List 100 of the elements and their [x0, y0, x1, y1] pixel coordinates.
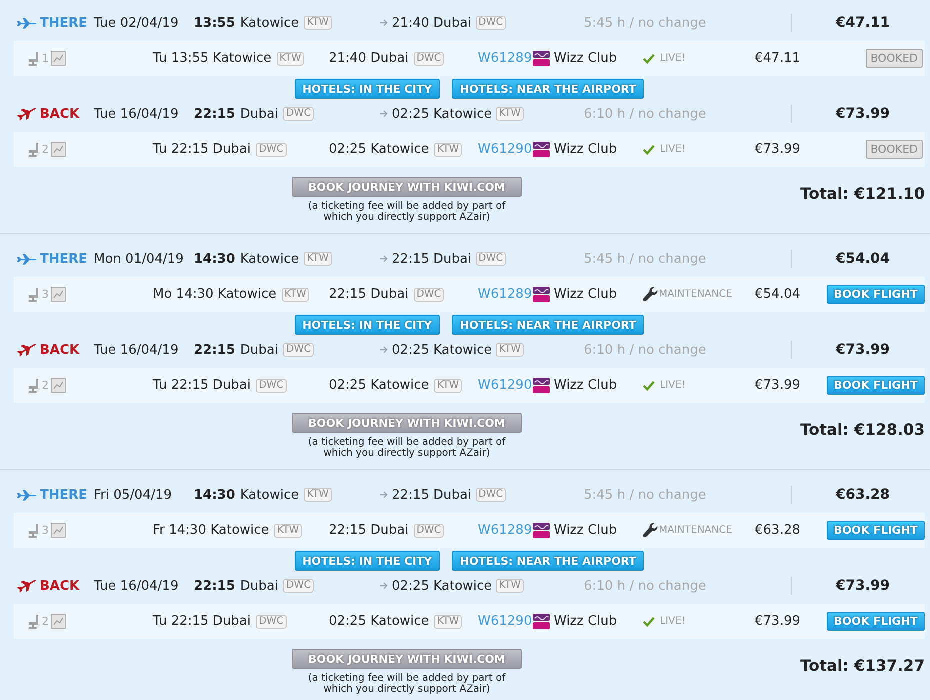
book-flight-button[interactable]: BOOK FLIGHT — [827, 521, 925, 540]
arrival-city: Dubai — [433, 488, 472, 502]
hotels-button[interactable]: HOTELS: NEAR THE AIRPORT — [452, 79, 644, 99]
flight-date: Tue 02/04/19 — [94, 16, 180, 30]
departure-info: Tu 22:15 Dubai — [153, 142, 252, 157]
hotels-button[interactable]: HOTELS: NEAR THE AIRPORT — [452, 551, 644, 571]
direction-label: BACK — [40, 342, 80, 358]
airline-name: Wizz Club — [554, 142, 618, 157]
leg-price: €73.99 — [836, 342, 890, 358]
plane-icon — [17, 490, 37, 500]
departure-time: 14:30 — [194, 488, 236, 502]
flight-date: Mon 01/04/19 — [94, 252, 185, 266]
total-price: Total: €137.27 — [800, 657, 925, 675]
airline-logo-icon — [533, 50, 550, 66]
airline-name: Wizz Club — [554, 287, 618, 302]
departure-info: Tu 22:15 Dubai — [153, 378, 252, 393]
flight-number-link[interactable]: W61290 — [478, 142, 533, 157]
flight-number-link[interactable]: W61289 — [478, 287, 533, 302]
seat-count: 2 — [42, 379, 49, 392]
departure-info: Tu 13:55 Katowice — [153, 51, 272, 66]
airport-code: DWC — [283, 343, 314, 357]
airport-code: DWC — [476, 252, 506, 266]
hotels-button[interactable]: HOTELS: IN THE CITY — [294, 551, 440, 571]
book-journey-button[interactable]: BOOK JOURNEY WITH KIWI.COM — [292, 413, 522, 433]
departure-city: Dubai — [240, 578, 278, 594]
arrival-time: 02:25 — [392, 578, 430, 594]
arrow-icon — [380, 346, 388, 354]
arrival-info: 02:25 Katowice — [329, 142, 430, 157]
arrival-time: 22:15 — [392, 488, 430, 502]
arrival-time: 02:25 — [392, 106, 430, 122]
flight-number-link[interactable]: W61290 — [478, 614, 533, 629]
book-flight-button[interactable]: BOOK FLIGHT — [827, 285, 925, 304]
direction-label: THERE — [40, 488, 88, 502]
flight-date: Tue 16/04/19 — [94, 342, 180, 358]
airport-code: DWC — [256, 142, 287, 156]
duration-text: 6:10 h / no change — [584, 106, 708, 122]
airport-code: KTW — [282, 288, 310, 302]
duration-text: 5:45 h / no change — [584, 252, 708, 266]
total-price: Total: €128.03 — [800, 421, 925, 439]
airport-code: DWC — [476, 488, 506, 502]
arrow-icon — [380, 19, 388, 27]
arrow-icon — [380, 255, 388, 263]
fee-note: (a ticketing fee will be added by part of which you directly support AZair) — [307, 673, 507, 695]
airport-code: DWC — [256, 378, 287, 392]
booked-button[interactable]: BOOKED — [866, 49, 923, 68]
book-flight-button[interactable]: BOOK FLIGHT — [827, 612, 925, 631]
seat-icon — [28, 524, 40, 538]
airport-code: DWC — [283, 107, 314, 121]
airport-code: DWC — [476, 16, 506, 30]
flight-price: €73.99 — [755, 614, 802, 629]
plane-icon — [17, 254, 37, 264]
image-icon — [51, 523, 66, 538]
image-icon — [51, 142, 66, 157]
flight-price: €73.99 — [755, 142, 802, 157]
airport-code: DWC — [414, 288, 444, 302]
check-icon — [643, 144, 655, 154]
airport-code: DWC — [283, 579, 314, 593]
status-text: LIVE! — [660, 616, 686, 627]
image-icon — [51, 51, 66, 66]
seat-icon — [28, 378, 40, 392]
airline-logo-icon — [533, 142, 550, 158]
seat-count: 2 — [42, 615, 49, 628]
flight-number-link[interactable]: W61289 — [478, 523, 533, 538]
status-text: MAINTENANCE — [659, 289, 732, 300]
fee-note: (a ticketing fee will be added by part of which you directly support AZair) — [307, 201, 507, 223]
departure-time: 14:30 — [194, 252, 236, 266]
status-text: LIVE! — [660, 144, 686, 155]
hotels-button[interactable]: HOTELS: NEAR THE AIRPORT — [452, 315, 644, 335]
duration-text: 6:10 h / no change — [584, 578, 708, 594]
total-price: Total: €121.10 — [800, 185, 925, 203]
book-journey-button[interactable]: BOOK JOURNEY WITH KIWI.COM — [292, 649, 522, 669]
seat-count: 3 — [42, 288, 49, 301]
check-icon — [643, 54, 655, 64]
arrival-info: 02:25 Katowice — [329, 614, 430, 629]
arrival-city: Katowice — [433, 342, 492, 358]
airport-code: KTW — [496, 579, 524, 593]
booked-button[interactable]: BOOKED — [866, 140, 923, 159]
book-flight-button[interactable]: BOOK FLIGHT — [827, 376, 925, 395]
seat-icon — [28, 142, 40, 156]
airport-code: DWC — [414, 524, 444, 538]
airline-name: Wizz Club — [554, 523, 618, 538]
airport-code: DWC — [256, 614, 287, 628]
image-icon — [51, 287, 66, 302]
hotels-button[interactable]: HOTELS: IN THE CITY — [294, 315, 440, 335]
book-journey-button[interactable]: BOOK JOURNEY WITH KIWI.COM — [292, 177, 522, 197]
flight-date: Fri 05/04/19 — [94, 488, 174, 502]
airport-code: KTW — [496, 343, 524, 357]
arrow-icon — [380, 491, 388, 499]
arrival-info: 22:15 Dubai — [329, 523, 409, 538]
direction-label: BACK — [40, 106, 80, 122]
hotels-button[interactable]: HOTELS: IN THE CITY — [294, 79, 440, 99]
arrival-city: Katowice — [433, 578, 492, 594]
arrow-icon — [380, 110, 388, 118]
airline-name: Wizz Club — [554, 378, 618, 393]
flight-number-link[interactable]: W61290 — [478, 378, 533, 393]
direction-label: BACK — [40, 578, 80, 594]
duration-text: 5:45 h / no change — [584, 16, 708, 30]
departure-info: Mo 14:30 Katowice — [153, 287, 277, 302]
flight-number-link[interactable]: W61289 — [478, 51, 533, 66]
flight-price: €63.28 — [755, 523, 802, 538]
